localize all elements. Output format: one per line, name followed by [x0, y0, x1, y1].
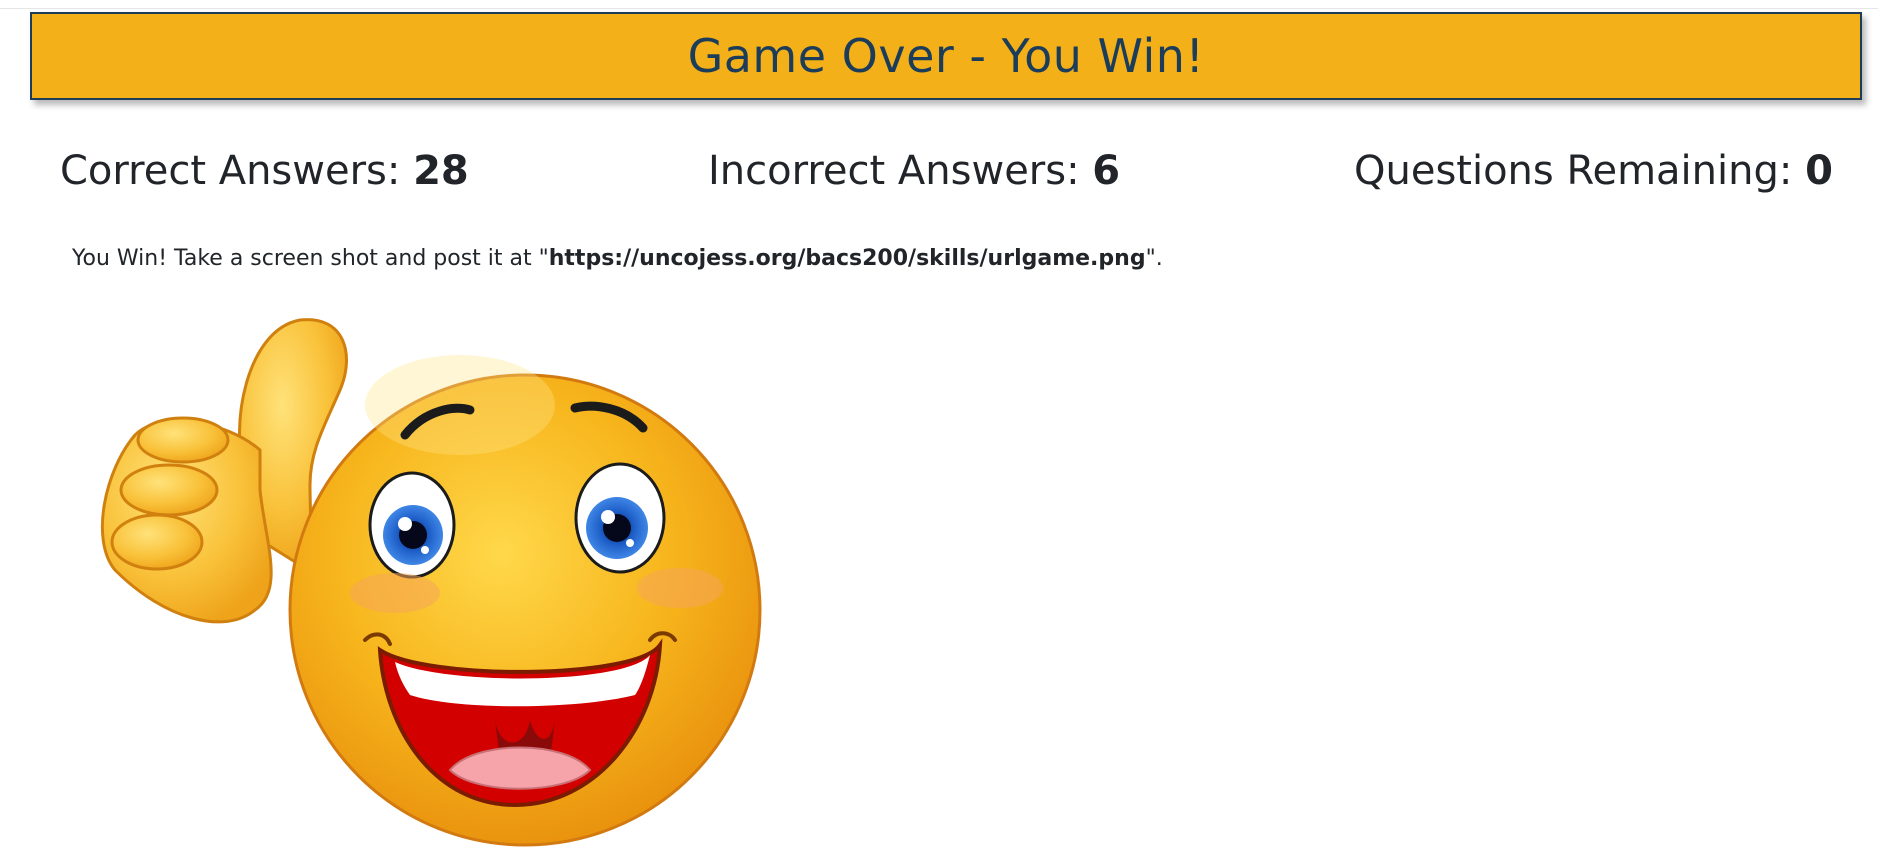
questions-remaining-stat: Questions Remaining: 0 — [1354, 148, 1833, 194]
win-message-suffix: ". — [1145, 246, 1163, 271]
left-eye-glint-small — [421, 546, 429, 554]
score-stats: Correct Answers: 28 Incorrect Answers: 6… — [0, 148, 1878, 208]
finger-3 — [110, 513, 204, 571]
questions-remaining-label: Questions Remaining: — [1354, 148, 1793, 194]
right-eye-glint — [601, 510, 615, 524]
left-cheek — [350, 573, 440, 613]
win-message: You Win! Take a screen shot and post it … — [72, 246, 1163, 271]
incorrect-answers-value: 6 — [1092, 148, 1121, 194]
thumbs-up-smiley-icon — [100, 318, 762, 847]
incorrect-answers-stat: Incorrect Answers: 6 — [708, 148, 1120, 194]
right-cheek — [637, 568, 723, 608]
screenshot-url: https://uncojess.org/bacs200/skills/urlg… — [548, 246, 1146, 271]
right-eye-glint-small — [626, 539, 634, 547]
top-divider — [0, 0, 1878, 9]
correct-answers-label: Correct Answers: — [60, 148, 401, 194]
finger-2 — [119, 463, 219, 517]
left-eye-glint — [398, 517, 412, 531]
finger-1 — [136, 416, 230, 464]
questions-remaining-value: 0 — [1805, 148, 1833, 194]
correct-answers-value: 28 — [413, 148, 469, 194]
incorrect-answers-label: Incorrect Answers: — [708, 148, 1080, 194]
win-message-prefix: You Win! Take a screen shot and post it … — [72, 246, 549, 271]
correct-answers-stat: Correct Answers: 28 — [60, 148, 469, 194]
game-over-banner: Game Over - You Win! — [30, 12, 1862, 100]
page-title: Game Over - You Win! — [687, 29, 1205, 83]
